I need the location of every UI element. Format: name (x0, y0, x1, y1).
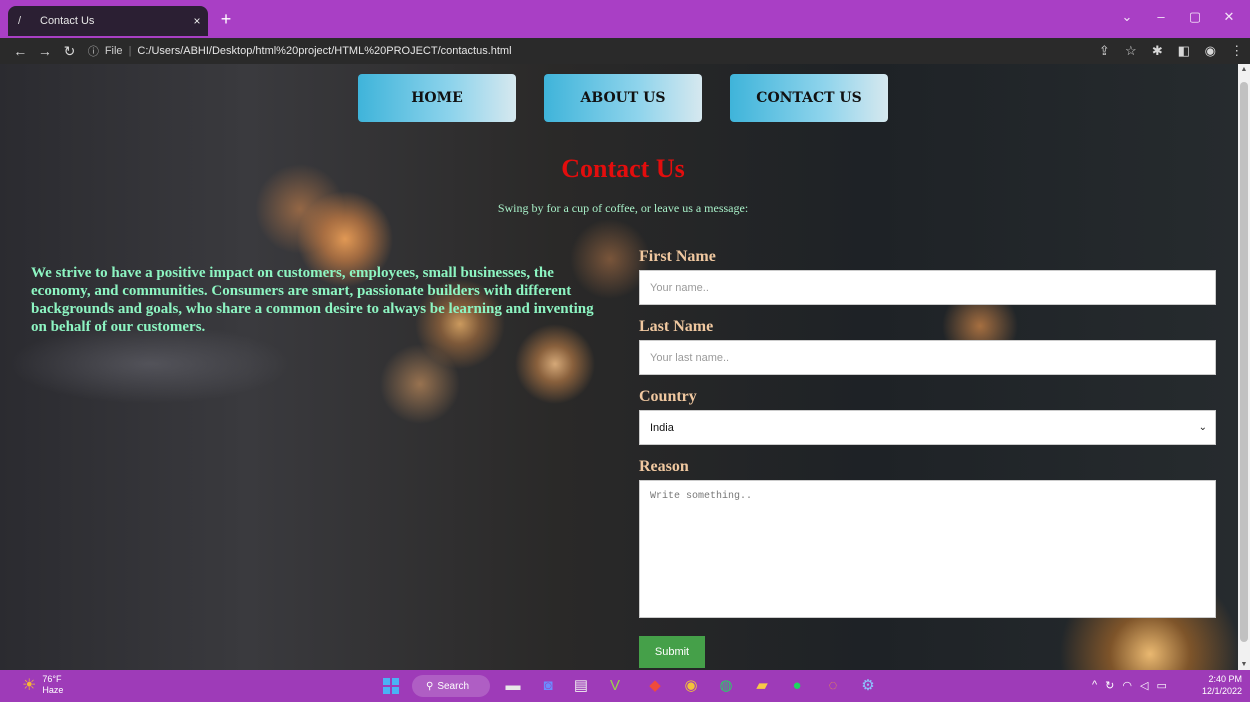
reason-label: Reason (639, 458, 689, 475)
tab-close-icon[interactable]: × (186, 14, 208, 28)
first-name-input[interactable] (639, 270, 1216, 305)
about-paragraph: We strive to have a positive impact on c… (31, 265, 594, 335)
extensions-icon[interactable]: ✱ (1144, 43, 1171, 59)
nav-contact-button[interactable]: CONTACT US (730, 74, 888, 122)
profile-avatar-icon[interactable]: ◉ (1197, 43, 1224, 59)
show-hidden-icons-chevron-icon[interactable]: ^ (1092, 679, 1097, 692)
whatsapp-icon[interactable]: ◍ (716, 676, 736, 696)
forward-arrow-icon[interactable]: → (33, 43, 58, 59)
scroll-down-arrow-icon[interactable]: ▼ (1238, 661, 1250, 668)
restore-button[interactable]: ▢ (1180, 9, 1210, 25)
share-icon[interactable]: ⇪ (1091, 43, 1118, 59)
country-label: Country (639, 388, 697, 405)
new-tab-button[interactable]: + (214, 8, 238, 32)
last-name-label: Last Name (639, 318, 714, 335)
settings-gear-icon[interactable]: ⚙ (858, 676, 878, 696)
battery-icon[interactable]: ▭ (1156, 679, 1166, 692)
app-diamond-icon[interactable]: ◆ (645, 676, 665, 696)
weather-temperature: 76°F (42, 674, 62, 684)
volume-icon[interactable]: ◁ (1140, 679, 1148, 692)
windows-start-icon[interactable] (383, 678, 399, 694)
reason-textarea[interactable] (639, 480, 1216, 618)
sync-icon[interactable]: ↻ (1105, 679, 1114, 692)
tab-title: Contact Us (40, 15, 95, 27)
back-arrow-icon[interactable]: ← (8, 43, 33, 59)
url-separator: | (128, 45, 132, 57)
chrome-icon[interactable]: ◉ (681, 676, 701, 696)
taskbar-search[interactable]: ⚲ Search (412, 675, 490, 697)
os-taskbar: ☀ 76°F Haze ⚲ Search ▬ ◙ ▤ V ◆ ◉ ◍ ▰ ● ◌… (0, 670, 1250, 702)
reload-icon[interactable]: ↻ (57, 43, 82, 60)
wifi-icon[interactable]: ◠ (1122, 679, 1132, 692)
last-name-input[interactable] (639, 340, 1216, 375)
contact-form: First Name Last Name Country India ⌄ Rea… (639, 248, 1216, 668)
close-window-button[interactable]: ✕ (1214, 9, 1244, 25)
url-field[interactable]: ⓘ File | C:/Users/ABHI/Desktop/html%20pr… (87, 40, 1092, 62)
page-viewport: HOME ABOUT US CONTACT US Contact Us Swin… (0, 64, 1238, 670)
info-icon[interactable]: ⓘ (88, 43, 99, 59)
weather-widget[interactable]: ☀ 76°F Haze (22, 674, 63, 696)
taskbar-search-label: Search (437, 680, 470, 692)
spotify-icon[interactable]: ● (787, 676, 807, 696)
vim-icon[interactable]: V (605, 676, 625, 696)
country-select[interactable]: India ⌄ (639, 410, 1216, 445)
taskbar-clock[interactable]: 2:40 PM 12/1/2022 (1196, 673, 1242, 697)
chevron-down-icon: ⌄ (1198, 422, 1207, 433)
first-name-label: First Name (639, 248, 716, 265)
browser-tab[interactable]: / Contact Us × (8, 6, 208, 36)
weather-haze-icon: ☀ (22, 676, 37, 694)
url-path: C:/Users/ABHI/Desktop/html%20project/HTM… (137, 45, 512, 57)
system-tray: ^ ↻ ◠ ◁ ▭ (1092, 679, 1167, 692)
address-bar: ← → ↻ ⓘ File | C:/Users/ABHI/Desktop/htm… (0, 38, 1250, 64)
url-scheme: File (104, 45, 123, 57)
page-title: Contact Us (561, 154, 685, 183)
page-scrollbar[interactable]: ▲ ▼ (1238, 64, 1250, 670)
menu-kebab-icon[interactable]: ⋮ (1224, 43, 1250, 59)
tab-favicon-icon: / (18, 15, 22, 27)
task-view-icon[interactable]: ▬ (503, 676, 523, 696)
bookmark-star-icon[interactable]: ☆ (1118, 43, 1145, 59)
country-selected-value: India (650, 421, 674, 434)
teams-chat-icon[interactable]: ◙ (538, 676, 558, 696)
browser-tab-bar: / Contact Us × + ⌄ – ▢ ✕ (0, 0, 1250, 38)
tab-search-icon[interactable]: ⌄ (1112, 9, 1142, 25)
clock-time: 2:40 PM (1208, 674, 1242, 684)
file-explorer-icon[interactable]: ▤ (571, 676, 591, 696)
weather-condition: Haze (42, 685, 64, 695)
submit-button[interactable]: Submit (639, 636, 705, 668)
jupyter-icon[interactable]: ◌ (823, 676, 843, 696)
scrollbar-thumb[interactable] (1240, 82, 1248, 642)
scroll-up-arrow-icon[interactable]: ▲ (1238, 66, 1250, 73)
page-subtitle: Swing by for a cup of coffee, or leave u… (497, 201, 749, 215)
search-icon: ⚲ (426, 680, 434, 692)
side-panel-icon[interactable]: ◧ (1171, 43, 1198, 59)
folder-icon[interactable]: ▰ (752, 676, 772, 696)
nav-about-button[interactable]: ABOUT US (544, 74, 702, 122)
nav-home-button[interactable]: HOME (358, 74, 516, 122)
clock-date: 12/1/2022 (1201, 686, 1242, 696)
minimize-button[interactable]: – (1146, 9, 1176, 24)
